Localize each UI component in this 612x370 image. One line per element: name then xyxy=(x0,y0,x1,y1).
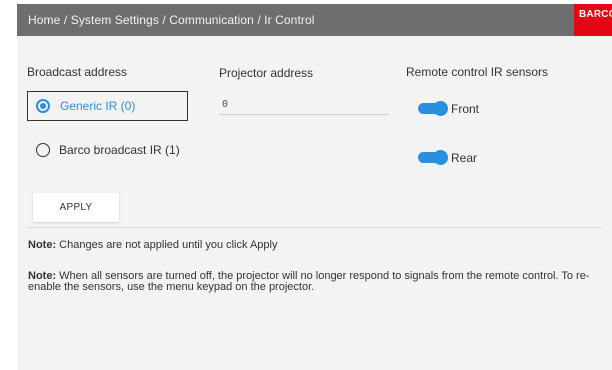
divider xyxy=(27,227,602,228)
header-bar: Home / System Settings / Communication /… xyxy=(17,4,612,36)
barco-logo: BARCO xyxy=(574,4,612,36)
broadcast-option-label: Generic IR (0) xyxy=(60,99,136,113)
broadcast-address-heading: Broadcast address xyxy=(27,65,128,79)
logo-text: BARCO xyxy=(579,9,612,20)
input-underline xyxy=(219,114,389,115)
note-prefix: Note: xyxy=(28,239,57,251)
projector-address-input[interactable]: 0 xyxy=(222,99,228,110)
note-text: When all sensors are turned off, the pro… xyxy=(28,270,590,293)
broadcast-option-label: Barco broadcast IR (1) xyxy=(59,143,180,157)
apply-button[interactable]: APPLY xyxy=(33,193,119,222)
radio-unselected-icon[interactable] xyxy=(36,143,50,157)
ir-control-panel: Broadcast address Generic IR (0) Barco b… xyxy=(17,36,612,370)
radio-selected-icon[interactable] xyxy=(36,99,50,113)
front-sensor-label: Front xyxy=(451,102,480,116)
rear-sensor-toggle[interactable] xyxy=(418,150,448,165)
remote-sensors-heading: Remote control IR sensors xyxy=(406,65,549,79)
note-apply: Note: Changes are not applied until you … xyxy=(28,240,593,251)
projector-address-heading: Projector address xyxy=(219,66,314,80)
note-text: Changes are not applied until you click … xyxy=(56,239,278,251)
note-sensors: Note: When all sensors are turned off, t… xyxy=(28,271,593,293)
breadcrumb: Home / System Settings / Communication /… xyxy=(28,13,315,27)
front-sensor-toggle[interactable] xyxy=(418,101,448,116)
broadcast-option-generic[interactable]: Generic IR (0) xyxy=(27,91,188,121)
rear-sensor-label: Rear xyxy=(451,151,478,165)
